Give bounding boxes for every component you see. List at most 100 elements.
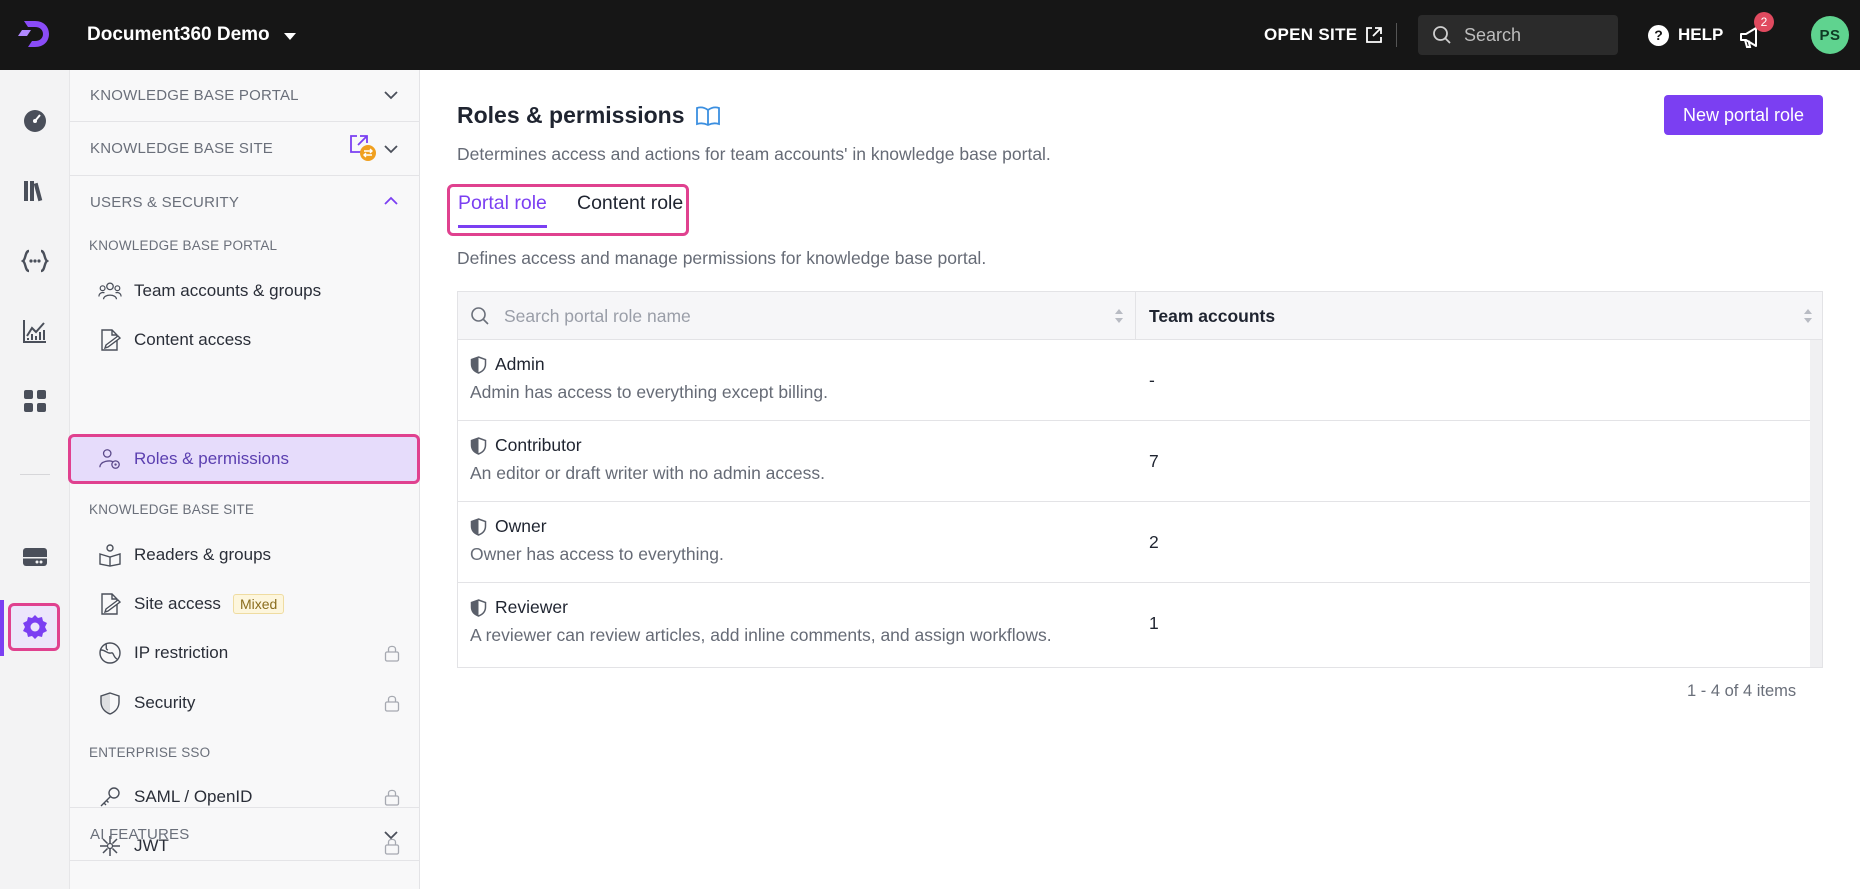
section-kb-site[interactable]: KNOWLEDGE BASE SITE [70, 122, 420, 176]
notification-badge: 2 [1754, 12, 1774, 32]
nav-team-accounts-label: Team accounts & groups [134, 281, 322, 300]
lock-icon [384, 695, 400, 712]
table-row[interactable]: Admin Admin has access to everything exc… [458, 340, 1810, 421]
user-avatar[interactable]: PS [1811, 16, 1849, 54]
document360-logo-icon[interactable] [18, 16, 54, 52]
shield-icon [98, 691, 122, 715]
new-portal-role-button[interactable]: New portal role [1664, 95, 1823, 135]
settings-gear-icon[interactable] [20, 612, 50, 642]
table-row[interactable]: Reviewer A reviewer can review articles,… [458, 583, 1810, 664]
global-search[interactable] [1418, 15, 1618, 55]
key-icon [98, 785, 122, 809]
icon-rail [0, 70, 70, 889]
help-icon: ? [1648, 24, 1669, 46]
role-name: Owner [470, 516, 547, 537]
drive-icon[interactable] [20, 542, 50, 572]
main-content: Roles & permissions Determines access an… [420, 70, 1860, 889]
role-name-text: Reviewer [495, 597, 568, 617]
caret-down-icon [283, 32, 296, 40]
subhead-kb-site: KNOWLEDGE BASE SITE [89, 502, 255, 517]
section-ai-features-label: AI FEATURES [90, 825, 190, 843]
col-team-accounts[interactable]: Team accounts [1136, 292, 1822, 340]
role-team-count: - [1149, 370, 1155, 390]
pagination-summary: 1 - 4 of 4 items [1687, 682, 1797, 700]
sort-icon[interactable] [1114, 308, 1124, 324]
role-search[interactable] [458, 292, 1136, 340]
search-icon [1433, 26, 1451, 44]
role-name: Admin [470, 354, 545, 375]
role-description: An editor or draft writer with no admin … [470, 463, 826, 483]
global-search-input[interactable] [1464, 24, 1604, 46]
section-users-security-label: USERS & SECURITY [90, 193, 240, 211]
page-title-text: Roles & permissions [457, 102, 685, 128]
widgets-icon[interactable] [20, 386, 50, 416]
content-access-icon [98, 328, 122, 352]
role-team-count: 2 [1149, 532, 1159, 552]
table-row[interactable]: Owner Owner has access to everything. 2 [458, 502, 1810, 583]
api-docs-icon[interactable] [20, 246, 50, 276]
open-site-link[interactable]: OPEN SITE [1264, 0, 1383, 70]
section-kb-portal[interactable]: KNOWLEDGE BASE PORTAL [70, 70, 420, 122]
table-header: Team accounts [458, 292, 1822, 340]
nav-ip-restriction-label: IP restriction [134, 643, 229, 662]
announcements-button[interactable]: 2 [1738, 12, 1774, 54]
chevron-down-icon [384, 831, 398, 840]
subhead-enterprise-sso: ENTERPRISE SSO [89, 745, 211, 760]
role-description: A reviewer can review articles, add inli… [470, 625, 1052, 645]
table-row[interactable]: Contributor An editor or draft writer wi… [458, 421, 1810, 502]
nav-security[interactable]: Security [70, 681, 420, 725]
sort-icon[interactable] [1803, 308, 1813, 324]
nav-readers-groups[interactable]: Readers & groups [70, 533, 420, 577]
nav-roles-permissions-label: Roles & permissions [134, 449, 289, 468]
section-ai-features[interactable]: AI FEATURES [70, 807, 420, 861]
help-button[interactable]: ? HELP [1648, 0, 1723, 70]
dashboard-icon[interactable] [20, 106, 50, 136]
nav-site-access-label: Site access [134, 594, 221, 613]
nav-team-accounts[interactable]: Team accounts & groups [70, 269, 420, 313]
role-name: Reviewer [470, 597, 568, 618]
nav-saml-openid-label: SAML / OpenID [134, 787, 253, 806]
help-label: HELP [1678, 25, 1724, 44]
lock-icon [384, 789, 400, 806]
globe-icon [98, 641, 122, 665]
role-name-text: Owner [495, 516, 547, 536]
nav-roles-permissions[interactable]: Roles & permissions [70, 437, 420, 481]
rail-active-indicator [0, 600, 4, 656]
shield-icon [470, 517, 487, 536]
nav-ip-restriction[interactable]: IP restriction [70, 631, 420, 675]
readers-icon [98, 543, 122, 567]
chevron-up-icon [384, 196, 398, 205]
analytics-icon[interactable] [20, 316, 50, 346]
rail-divider [20, 474, 50, 475]
subhead-kb-portal: KNOWLEDGE BASE PORTAL [89, 238, 278, 253]
page-description: Determines access and actions for team a… [457, 144, 1051, 164]
role-team-count: 1 [1149, 613, 1159, 633]
role-description: Owner has access to everything. [470, 544, 724, 564]
section-users-security[interactable]: USERS & SECURITY [70, 176, 420, 228]
external-sync-icon [350, 135, 376, 161]
page-title: Roles & permissions [457, 102, 721, 129]
team-users-icon [98, 279, 122, 303]
external-link-icon [1366, 27, 1383, 43]
role-search-input[interactable] [504, 305, 1084, 327]
role-name-text: Admin [495, 354, 545, 374]
search-icon [471, 307, 489, 325]
role-name: Contributor [470, 435, 582, 456]
shield-icon [470, 436, 487, 455]
role-description: Admin has access to everything except bi… [470, 382, 828, 402]
role-name-text: Contributor [495, 435, 582, 455]
mixed-badge: Mixed [232, 594, 285, 614]
tab-content-role[interactable]: Content role [577, 192, 683, 228]
user-gear-icon [98, 447, 122, 471]
open-book-icon[interactable] [695, 105, 721, 127]
table-scrollbar[interactable] [1810, 340, 1822, 667]
chevron-down-icon [384, 145, 398, 154]
shield-icon [470, 355, 487, 374]
documentation-icon[interactable] [20, 176, 50, 206]
nav-content-access[interactable]: Content access [70, 318, 420, 362]
tab-portal-role[interactable]: Portal role [458, 192, 547, 228]
nav-site-access[interactable]: Site access Mixed [70, 582, 420, 626]
section-kb-site-label: KNOWLEDGE BASE SITE [90, 140, 274, 157]
project-switcher[interactable]: Document360 Demo [87, 0, 296, 70]
settings-panel: KNOWLEDGE BASE PORTAL KNOWLEDGE BASE SIT… [68, 70, 420, 889]
